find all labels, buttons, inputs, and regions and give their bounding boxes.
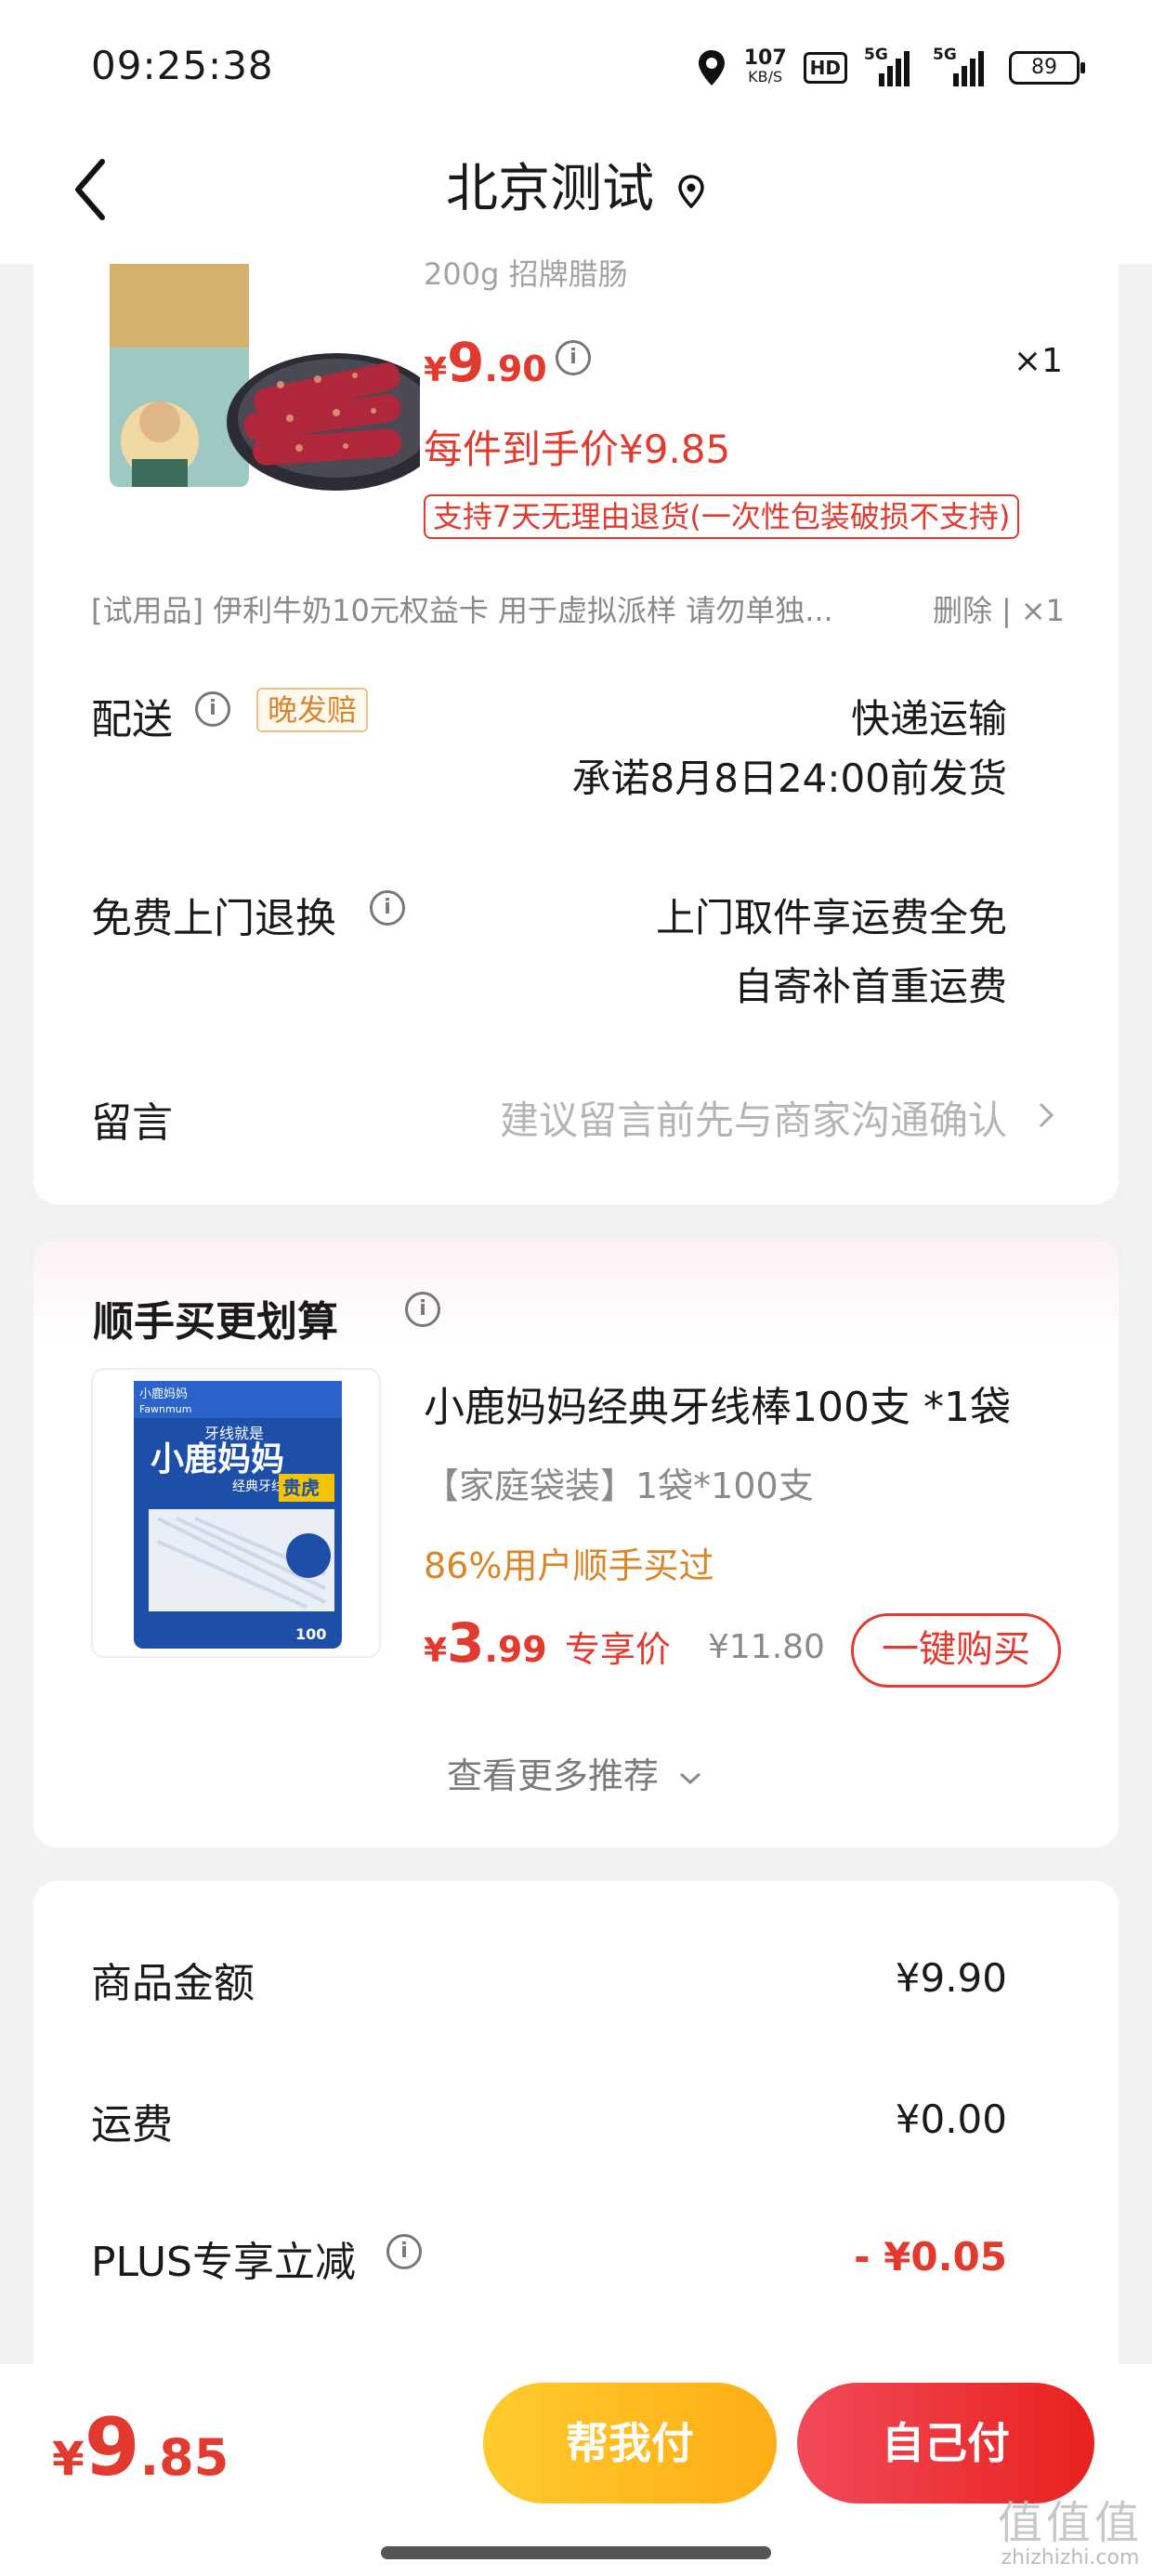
addon-price-tag: 专享价 (564, 1629, 671, 1670)
svg-text:100: 100 (295, 1625, 326, 1643)
help-pay-button[interactable]: 帮我付 (483, 2383, 777, 2504)
location-icon (676, 162, 706, 222)
addon-spec: 【家庭袋装】1袋*100支 (424, 1465, 814, 1506)
svg-text:Fawnmum: Fawnmum (139, 1403, 191, 1415)
trial-delete-button[interactable]: 删除 | ×1 (933, 587, 1065, 630)
addon-price: ¥3.99 专享价 (424, 1611, 671, 1675)
net-speed: 107 KB/S (743, 46, 787, 86)
addon-product-image[interactable]: 小鹿妈妈 Fawnmum 牙线就是 小鹿妈妈 经典牙线棒 贵虎 100 (91, 1368, 381, 1658)
signal-5g-icon-2: 5G (933, 46, 992, 86)
addon-title: 顺手买更划算 (93, 1298, 338, 1346)
one-click-buy-button[interactable]: 一键购买 (851, 1613, 1061, 1688)
message-label: 留言 (91, 1099, 173, 1147)
price-info-icon[interactable]: i (556, 340, 591, 375)
svg-text:小鹿妈妈: 小鹿妈妈 (151, 1440, 284, 1479)
more-recommendations-link[interactable]: 查看更多推荐 (33, 1747, 1119, 1798)
location-pin-icon (698, 50, 725, 85)
return-info-icon[interactable]: i (370, 890, 405, 926)
addon-social-proof: 86%用户顺手买过 (424, 1545, 714, 1586)
addon-product-name[interactable]: 小鹿妈妈经典牙线棒100支 *1袋 (424, 1373, 1011, 1433)
trial-item-text[interactable]: [试用品] 伊利牛奶10元权益卡 用于虚拟派样 请勿单独... (91, 587, 833, 630)
product-image[interactable] (104, 264, 420, 509)
goods-amount-value: ¥9.90 (895, 1955, 1007, 2001)
trial-qty: ×1 (1020, 593, 1065, 628)
order-card: 200g 招牌腊肠 ¥9.90 i ×1 每件到手价¥9.85 支持7天无理由退… (33, 223, 1119, 1204)
plus-discount-label: PLUS专享立减 (91, 2239, 356, 2286)
watermark: 值值值 zhizhizhi.com (997, 2497, 1143, 2569)
svg-text:小鹿妈妈: 小鹿妈妈 (139, 1387, 188, 1401)
shipping-value: ¥0.00 (895, 2096, 1007, 2142)
product-name[interactable]: 200g 招牌腊肠 (424, 251, 628, 294)
final-price: 每件到手价¥9.85 (424, 427, 731, 472)
status-bar: 09:25:38 107 KB/S HD 5G 5G 89 (0, 0, 1152, 130)
status-time: 09:25:38 (91, 43, 274, 88)
svg-text:贵虎: 贵虎 (282, 1477, 320, 1499)
delivery-method[interactable]: 快递运输 (851, 688, 1007, 744)
addon-info-icon[interactable]: i (405, 1292, 440, 1327)
addon-card: 顺手买更划算 i 小鹿妈妈 Fawnmum 牙线就是 小鹿妈妈 经典牙线棒 贵虎… (33, 1240, 1119, 1847)
floss-package-image: 小鹿妈妈 Fawnmum 牙线就是 小鹿妈妈 经典牙线棒 贵虎 100 (134, 1381, 342, 1649)
return-service-line2: 自寄补首重运费 (733, 964, 1007, 1009)
sausage-package-image (104, 264, 420, 509)
page-title[interactable]: 北京测试 (0, 147, 1152, 222)
goods-amount-label: 商品金额 (91, 1960, 255, 2007)
delivery-info-icon[interactable]: i (195, 691, 230, 727)
price-summary-card: 商品金额 ¥9.90 运费 ¥0.00 PLUS专享立减 i - ¥0.05 (33, 1881, 1119, 2401)
battery-icon: 89 (1009, 51, 1085, 85)
return-policy-badge: 支持7天无理由退货(一次性包装破损不支持) (424, 494, 1020, 539)
checkout-footer: ¥9.85 帮我付 自己付 值值值 zhizhizhi.com (0, 2364, 1152, 2576)
chevron-right-icon[interactable] (1035, 1097, 1057, 1137)
plus-discount-value: - ¥0.05 (854, 2234, 1007, 2280)
addon-original-price: ¥11.80 (708, 1628, 825, 1666)
hd-icon: HD (803, 52, 847, 84)
late-compensation-badge: 晚发赔 (256, 688, 369, 732)
shipping-label: 运费 (91, 2101, 173, 2149)
product-qty: ×1 (1013, 342, 1063, 380)
product-price: ¥9.90 (424, 331, 547, 394)
home-indicator[interactable] (381, 2546, 771, 2559)
return-service-label: 免费上门退换 (91, 895, 336, 942)
message-input[interactable]: 建议留言前先与商家沟通确认 (500, 1089, 1007, 1146)
status-icons: 107 KB/S HD 5G 5G 89 (696, 45, 1085, 91)
plus-info-icon[interactable]: i (386, 2234, 422, 2269)
chevron-down-icon (680, 1772, 701, 1784)
delivery-promise: 承诺8月8日24:00前发货 (571, 756, 1007, 801)
total-price: ¥9.85 (52, 2401, 229, 2494)
self-pay-button[interactable]: 自己付 (797, 2383, 1094, 2504)
delivery-label: 配送 (91, 696, 173, 743)
signal-5g-icon: 5G (864, 46, 916, 86)
return-service-line1: 上门取件享运费全免 (655, 895, 1007, 940)
